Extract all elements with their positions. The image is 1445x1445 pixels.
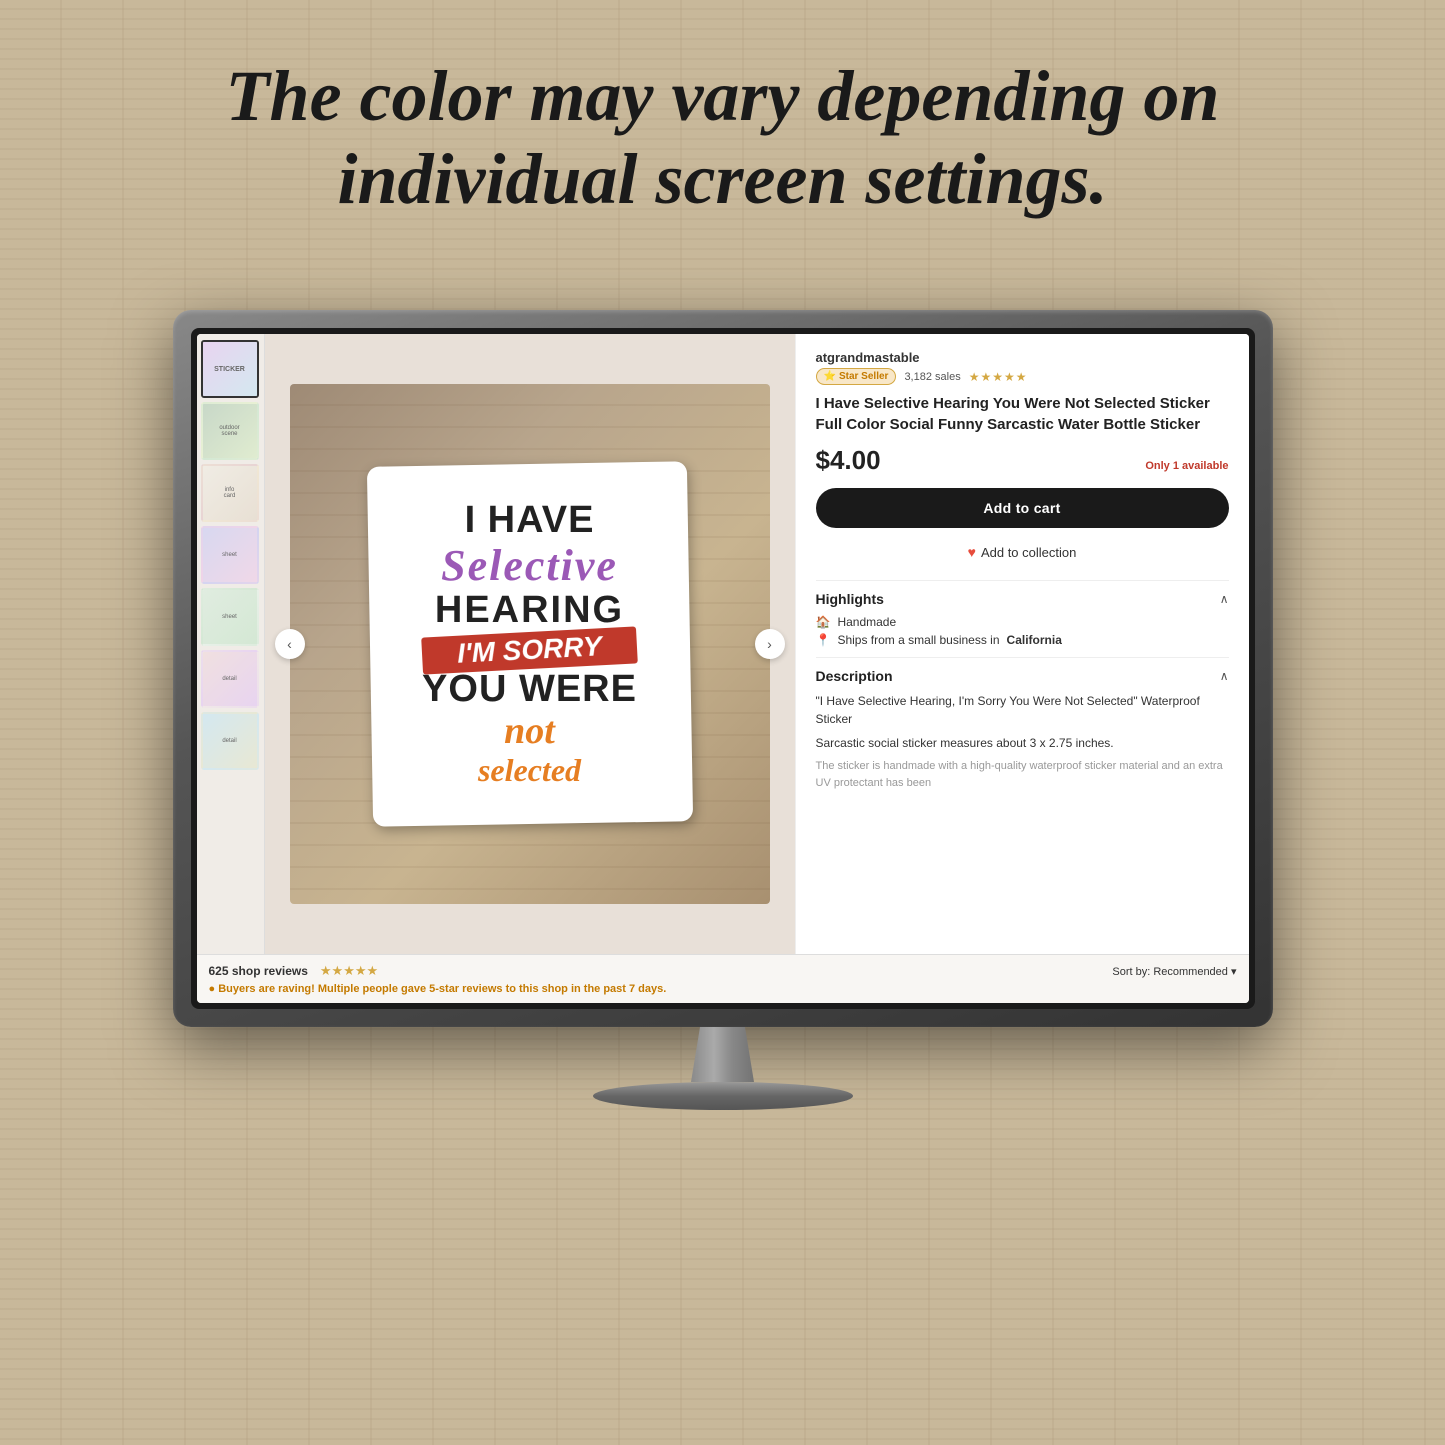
divider-1 [816, 580, 1229, 581]
product-title: I Have Selective Hearing You Were Not Se… [816, 393, 1229, 435]
divider-2 [816, 657, 1229, 658]
sticker-text-7: selected [422, 753, 637, 788]
ships-location: California [1007, 633, 1062, 647]
thumbnails-column: STICKER outdoorscene infocard sheet shee [197, 334, 265, 954]
location-icon: 📍 [816, 633, 831, 647]
next-image-button[interactable]: › [755, 629, 785, 659]
product-info-panel: atgrandmastable ⭐ Star Seller 3,182 sale… [795, 334, 1249, 954]
stand-neck [678, 1027, 768, 1082]
description-text-1: "I Have Selective Hearing, I'm Sorry You… [816, 692, 1229, 728]
screen-bottom-bar: 625 shop reviews ★★★★★ Sort by: Recommen… [197, 954, 1249, 1003]
screen-content: STICKER outdoorscene infocard sheet shee [197, 334, 1249, 954]
monitor-screen: STICKER outdoorscene infocard sheet shee [197, 334, 1249, 1003]
star-seller-label: Star Seller [839, 371, 888, 382]
highlights-title: Highlights [816, 591, 884, 607]
sticker-text-1: I Have [422, 500, 637, 542]
reviews-stars: ★★★★★ [320, 963, 378, 979]
add-to-collection-label: Add to collection [981, 545, 1076, 560]
ships-label: Ships from a small business in [837, 633, 999, 647]
thumbnail-4[interactable]: sheet [201, 526, 259, 584]
thumbnail-6[interactable]: detail [201, 650, 259, 708]
sticker-text-6: not [422, 711, 637, 753]
product-price: $4.00 [816, 445, 881, 476]
headline-line2: individual screen settings. [337, 139, 1107, 219]
seller-name[interactable]: atgrandmastable [816, 350, 1229, 365]
sticker-text-2: Selective [422, 542, 637, 590]
headline-line1: The color may vary depending on [226, 56, 1220, 136]
thumbnail-3[interactable]: infocard [201, 464, 259, 522]
handmade-icon: 🏠 [816, 615, 831, 629]
buyers-raving-bar: ● Buyers are raving! Multiple people gav… [209, 983, 1237, 995]
main-product-image: I Have Selective Hearing I'M SORRY YOU W… [290, 384, 770, 904]
headline: The color may vary depending on individu… [0, 55, 1445, 221]
reviews-count: 625 shop reviews [209, 964, 308, 978]
thumbnail-5[interactable]: sheet [201, 588, 259, 646]
sales-count: 3,182 sales [904, 371, 960, 383]
seller-star-rating: ★★★★★ [969, 370, 1028, 384]
add-to-collection-button[interactable]: ♥ Add to collection [816, 538, 1229, 566]
monitor-frame: STICKER outdoorscene infocard sheet shee [173, 310, 1273, 1027]
highlights-header: Highlights ∧ [816, 591, 1229, 607]
prev-image-button[interactable]: ‹ [275, 629, 305, 659]
sticker-text-3: Hearing [422, 590, 637, 632]
description-text-3: The sticker is handmade with a high-qual… [816, 758, 1229, 791]
description-chevron: ∧ [1220, 669, 1229, 683]
highlights-chevron: ∧ [1220, 592, 1229, 606]
handmade-label: Handmade [837, 615, 896, 629]
chevron-right-icon: › [767, 636, 772, 652]
highlight-ships: 📍 Ships from a small business in Califor… [816, 633, 1229, 647]
sticker-text-5: YOU WERE [422, 669, 637, 711]
chevron-left-icon: ‹ [287, 636, 292, 652]
main-image-area: ‹ I Have Selective [265, 334, 795, 954]
monitor-bezel: STICKER outdoorscene infocard sheet shee [191, 328, 1255, 1009]
reviews-row: 625 shop reviews ★★★★★ Sort by: Recommen… [209, 963, 1237, 979]
heart-icon: ♥ [968, 544, 976, 560]
description-title: Description [816, 668, 893, 684]
highlight-handmade: 🏠 Handmade [816, 615, 1229, 629]
stand-base [593, 1082, 853, 1110]
star-seller-badge: ⭐ Star Seller [816, 368, 897, 385]
monitor: STICKER outdoorscene infocard sheet shee [173, 310, 1273, 1110]
sort-label-text: Sort by: Recommended [1112, 966, 1228, 978]
buyers-raving-icon: ● [209, 983, 216, 995]
availability-label: Only 1 available [1145, 460, 1228, 472]
sticker-design: I Have Selective Hearing I'M SORRY YOU W… [390, 484, 670, 804]
description-text-2: Sarcastic social sticker measures about … [816, 734, 1229, 752]
seller-badge-row: ⭐ Star Seller 3,182 sales ★★★★★ [816, 368, 1229, 385]
buyers-raving-text: Multiple people gave 5-star reviews to t… [318, 983, 666, 995]
sort-label[interactable]: Sort by: Recommended ▾ [1112, 965, 1236, 978]
star-seller-icon: ⭐ [824, 371, 836, 382]
monitor-stand [173, 1027, 1273, 1110]
price-row: $4.00 Only 1 available [816, 445, 1229, 476]
thumbnail-1[interactable]: STICKER [201, 340, 259, 398]
thumbnail-7[interactable]: detail [201, 712, 259, 770]
buyers-raving-label: Buyers are raving! [218, 983, 315, 995]
description-header: Description ∧ [816, 668, 1229, 684]
add-to-cart-button[interactable]: Add to cart [816, 488, 1229, 528]
thumbnail-2[interactable]: outdoorscene [201, 402, 259, 460]
